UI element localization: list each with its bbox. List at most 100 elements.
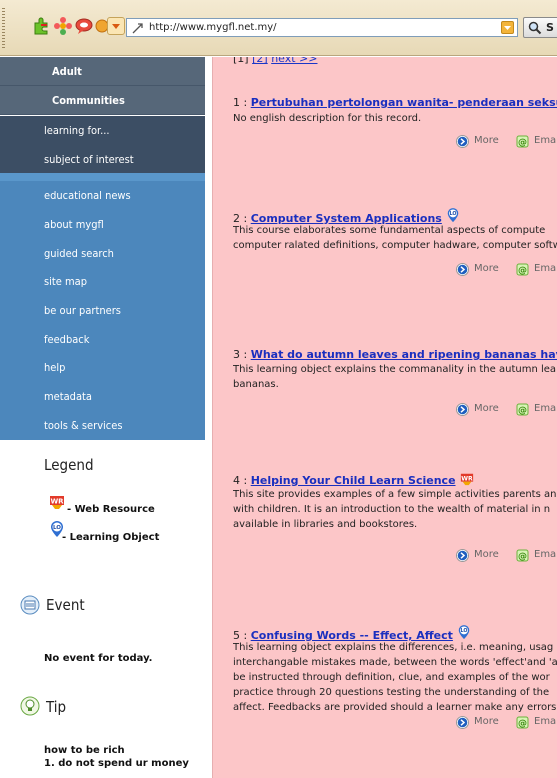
address-input[interactable] <box>149 20 489 35</box>
envelope-icon: @ <box>516 716 529 732</box>
result-actions: More @ Email <box>456 548 557 564</box>
pager: [1] [2] next >> <box>233 57 318 65</box>
legend-web-resource-label: - Web Resource <box>67 504 155 515</box>
result-description: This course elaborates some fundamental … <box>233 223 557 253</box>
pager-next-link[interactable]: next >> <box>271 57 317 65</box>
result-actions: More @ Email <box>456 715 557 731</box>
search-button[interactable]: S <box>523 17 557 38</box>
dropdown-arrow-icon[interactable] <box>107 17 125 35</box>
nav-guided-search[interactable]: guided search <box>0 239 205 268</box>
svg-text:LO: LO <box>53 525 61 531</box>
result-description: No english description for this record. <box>233 111 557 126</box>
arrow-right-circle-icon <box>456 403 469 419</box>
svg-text:WR: WR <box>50 498 64 506</box>
envelope-icon: @ <box>516 135 529 151</box>
nav-about-mygfl[interactable]: about mygfl <box>0 210 205 239</box>
envelope-icon: @ <box>516 549 529 565</box>
address-bar[interactable] <box>126 18 518 37</box>
nav-adult[interactable]: Adult <box>0 57 205 86</box>
green-puzzle-icon[interactable] <box>32 16 52 36</box>
envelope-icon: @ <box>516 263 529 279</box>
result-actions: More @ Email <box>456 134 557 150</box>
svg-text:@: @ <box>518 406 527 416</box>
tip-line-2: 1. do not spend ur money <box>44 758 189 769</box>
result-description-line: bananas. <box>233 379 279 390</box>
result-description-line: No english description for this record. <box>233 113 422 124</box>
left-info-panel: Legend WR - Web Resource LO - Learning O… <box>0 440 212 778</box>
result-title: 3 : What do autumn leaves and ripening b… <box>233 348 557 361</box>
rss-flower-icon[interactable] <box>53 16 73 36</box>
more-label: More <box>474 263 499 274</box>
nav-be-our-partners[interactable]: be our partners <box>0 296 205 325</box>
lightbulb-icon <box>20 696 40 719</box>
search-results: [1] [2] next >> 1 : Pertubuhan pertolong… <box>212 57 557 778</box>
svg-text:@: @ <box>518 266 527 276</box>
envelope-icon: @ <box>516 403 529 419</box>
arrow-right-circle-icon <box>456 263 469 279</box>
result-description-line: be instructed through definition, clue, … <box>233 672 550 683</box>
result-link[interactable]: Helping Your Child Learn Science <box>251 474 456 487</box>
result-description: This site provides examples of a few sim… <box>233 487 557 532</box>
email-label: Email <box>534 549 557 560</box>
pager-page-2-link[interactable]: [2] <box>252 57 268 65</box>
result-description: This learning object explains the comman… <box>233 362 557 392</box>
result-description-line: practice through 20 questions testing th… <box>233 687 550 698</box>
nav-site-map[interactable]: site map <box>0 267 205 296</box>
nav-metadata[interactable]: metadata <box>0 382 205 411</box>
pager-current: [1] <box>233 57 249 65</box>
svg-text:@: @ <box>518 719 527 729</box>
event-icon <box>20 595 40 618</box>
arrow-right-circle-icon <box>456 135 469 151</box>
left-navigation: Adult Communities learning for... subjec… <box>0 57 205 440</box>
speech-bubble-icon[interactable] <box>74 16 94 36</box>
result-description-line: computer ralated definitions, computer h… <box>233 240 557 251</box>
more-label: More <box>474 403 499 414</box>
web-resource-icon: WR <box>49 494 65 513</box>
page-link-icon <box>132 22 144 37</box>
result-description-line: This learning object explains the comman… <box>233 364 557 375</box>
result-link[interactable]: What do autumn leaves and ripening banan… <box>251 348 557 361</box>
result-number: 3 : <box>233 348 248 361</box>
toolbar-grip[interactable] <box>2 8 5 48</box>
arrow-right-circle-icon <box>456 549 469 565</box>
event-heading: Event <box>46 596 85 614</box>
result-title: 1 : Pertubuhan pertolongan wanita- pende… <box>233 96 557 109</box>
nav-feedback[interactable]: feedback <box>0 325 205 354</box>
email-label: Email <box>534 263 557 274</box>
legend-learning-object-label: - Learning Object <box>62 532 160 543</box>
result-description-line: This site provides examples of a few sim… <box>233 489 557 500</box>
svg-text:WR: WR <box>461 475 473 482</box>
result-description-line: This course elaborates some fundamental … <box>233 225 546 236</box>
search-button-label: S <box>546 21 554 34</box>
legend-heading: Legend <box>44 456 94 474</box>
more-label: More <box>474 716 499 727</box>
svg-text:@: @ <box>518 138 527 148</box>
browser-toolbar: S <box>0 0 557 56</box>
svg-text:@: @ <box>518 552 527 562</box>
nav-help[interactable]: help <box>0 353 205 382</box>
result-description-line: This learning object explains the differ… <box>233 642 554 653</box>
result-description: This learning object explains the differ… <box>233 640 557 715</box>
tip-heading: Tip <box>46 698 67 716</box>
email-label: Email <box>534 135 557 146</box>
nav-learning-for[interactable]: learning for... <box>0 116 205 145</box>
email-label: Email <box>534 716 557 727</box>
result-link[interactable]: Pertubuhan pertolongan wanita- penderaan… <box>251 96 557 109</box>
result-description-line: available in libraries and bookstores. <box>233 519 418 530</box>
result-description-line: with children. It is an introduction to … <box>233 504 551 515</box>
result-actions: More @ Email <box>456 262 557 278</box>
more-label: More <box>474 549 499 560</box>
address-dropdown-icon[interactable] <box>501 21 514 34</box>
nav-communities[interactable]: Communities <box>0 86 205 115</box>
result-description-line: affect. Feedbacks are provided should a … <box>233 702 557 713</box>
nav-tools-services[interactable]: tools & services <box>0 411 205 440</box>
svg-text:LO: LO <box>461 628 468 634</box>
result-actions: More @ Email <box>456 402 557 418</box>
tip-line-1: how to be rich <box>44 745 125 756</box>
nav-subject-of-interest[interactable]: subject of interest <box>0 145 205 174</box>
nav-educational-news[interactable]: educational news <box>0 181 205 210</box>
more-label: More <box>474 135 499 146</box>
svg-text:LO: LO <box>450 211 457 217</box>
arrow-right-circle-icon <box>456 716 469 732</box>
nav-separator <box>0 173 205 181</box>
